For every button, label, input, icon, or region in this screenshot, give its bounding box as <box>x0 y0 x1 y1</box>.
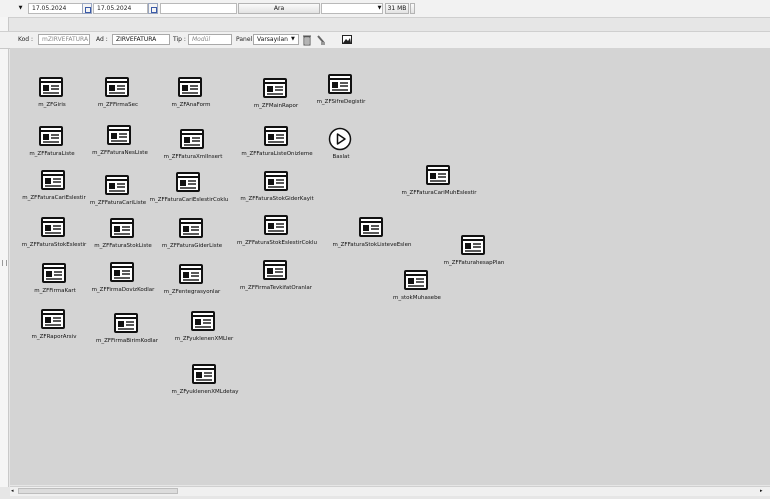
form-item-label: m_ZFFaturahesapPlan <box>443 260 505 266</box>
form-item-label: m_ZFFirmaTevkifatOranlar <box>239 285 313 291</box>
form-item-label: m_ZFFaturaStokListeveEslen <box>332 242 412 248</box>
form-item[interactable]: m_ZFRaporArsiv <box>32 309 76 340</box>
form-item[interactable]: m_ZFMainRapor <box>254 78 298 109</box>
form-window-icon[interactable] <box>176 172 200 192</box>
ad-field[interactable]: ZIRVEFATURA <box>112 34 170 45</box>
form-item[interactable]: m_ZFFaturaStokGiderKayit <box>240 171 314 202</box>
form-item-label: m_ZFFaturaCariMuhEslestir <box>401 190 477 196</box>
toolbar-grip[interactable] <box>410 3 415 14</box>
form-item[interactable]: m_ZFyuklenenXMLler <box>175 311 233 342</box>
form-window-icon[interactable] <box>192 364 216 384</box>
form-window-icon[interactable] <box>41 309 65 329</box>
filter-select[interactable] <box>321 3 383 14</box>
tip-label: Tip : <box>173 36 186 43</box>
form-item[interactable]: m_ZFentegrasyonlar <box>164 264 220 295</box>
scroll-left-icon[interactable]: ◂ <box>11 487 14 495</box>
form-window-icon[interactable] <box>39 126 63 146</box>
form-item[interactable]: m_ZFFirmaKart <box>34 263 76 294</box>
form-item-label: m_ZFyuklenenXMLdetay <box>171 389 239 395</box>
form-window-icon[interactable] <box>263 260 287 280</box>
form-item[interactable]: m_stokMuhasebe <box>393 270 441 301</box>
form-window-icon[interactable] <box>41 217 65 237</box>
chevron-down-icon[interactable]: ▼ <box>291 35 295 44</box>
chevron-down-icon[interactable]: ▼ <box>375 3 384 14</box>
search-input[interactable] <box>160 3 237 14</box>
form-item-label: m_stokMuhasebe <box>393 295 441 301</box>
form-window-icon[interactable] <box>180 129 204 149</box>
tip-field[interactable]: Modül <box>188 34 232 45</box>
form-item[interactable]: m_ZFFirmaDovizKodlar <box>92 262 154 293</box>
kod-label: Kod : <box>18 36 34 43</box>
form-item[interactable]: m_ZFFaturaCariMuhEslestir <box>401 165 477 196</box>
form-item[interactable]: m_ZFAnaForm <box>171 77 211 108</box>
form-window-icon[interactable] <box>107 125 131 145</box>
form-window-icon[interactable] <box>264 126 288 146</box>
form-item[interactable]: m_ZFFaturaListe <box>29 126 75 157</box>
image-icon[interactable] <box>342 35 352 44</box>
form-window-icon[interactable] <box>359 217 383 237</box>
form-item[interactable]: m_ZFFaturaCariEslestirCoklu <box>150 172 228 203</box>
form-item-label: m_ZFyuklenenXMLler <box>174 336 234 342</box>
form-window-icon[interactable] <box>42 263 66 283</box>
calendar-icon[interactable] <box>148 3 158 14</box>
form-window-icon[interactable] <box>114 313 138 333</box>
search-button[interactable]: Ara <box>238 3 320 14</box>
memory-indicator: 31 MB <box>385 3 409 14</box>
form-item[interactable]: m_ZFFirmaSec <box>98 77 138 108</box>
form-item[interactable]: m_ZFSifreDegistir <box>317 74 365 105</box>
form-item[interactable]: m_ZFFirmaBirimKodlar <box>96 313 158 344</box>
form-window-icon[interactable] <box>178 77 202 97</box>
date-to-field[interactable]: 17.05.2024 <box>93 3 148 14</box>
form-item[interactable]: m_ZFFaturaListeOnizleme <box>241 126 313 157</box>
form-item[interactable]: m_ZFyuklenenXMLdetay <box>172 364 238 395</box>
kod-field[interactable]: mZIRVEFATURA <box>38 34 90 45</box>
form-window-icon[interactable] <box>264 215 288 235</box>
date-from-field[interactable]: 17.05.2024 <box>28 3 83 14</box>
form-item[interactable]: m_ZFFaturaNesListe <box>92 125 148 156</box>
form-item-label: m_ZFFaturaStokGiderKayit <box>240 196 314 202</box>
form-item[interactable]: m_ZFFaturaGiderListe <box>162 218 222 249</box>
top-toolbar: ▼ 17.05.2024 17.05.2024 Ara ▼ 31 MB <box>0 0 770 18</box>
form-window-icon[interactable] <box>179 218 203 238</box>
form-window-icon[interactable] <box>461 235 485 255</box>
form-item[interactable]: m_ZFFaturaStokEslestirCoklu <box>237 215 317 246</box>
left-panel: ◂ <box>0 17 9 487</box>
scroll-right-icon[interactable]: ▸ <box>760 487 763 495</box>
form-item[interactable]: m_ZFFaturaStokListe <box>94 218 152 249</box>
form-window-icon[interactable] <box>105 175 129 195</box>
form-window-icon[interactable] <box>191 311 215 331</box>
form-window-icon[interactable] <box>105 77 129 97</box>
form-item[interactable]: m_ZFFaturaStokEslestir <box>22 217 86 248</box>
horizontal-scrollbar[interactable]: ◂ ▸ <box>10 486 770 496</box>
form-item[interactable]: m_ZFFirmaTevkifatOranlar <box>240 260 312 291</box>
form-item[interactable]: m_ZFFaturaCariListe <box>90 175 146 206</box>
form-window-icon[interactable] <box>264 171 288 191</box>
form-item[interactable]: m_ZFGiris <box>38 77 66 108</box>
dropdown-arrow-icon[interactable]: ▼ <box>14 3 27 14</box>
form-item-label: Baslat <box>332 154 350 160</box>
form-item-label: m_ZFSifreDegistir <box>316 99 366 105</box>
panel-label: Panel <box>236 36 253 43</box>
form-item[interactable]: m_ZFFaturahesapPlan <box>444 235 504 266</box>
form-item[interactable]: m_ZFFaturaXmlInsert <box>164 129 222 160</box>
splitter-handle[interactable] <box>2 260 7 266</box>
form-window-icon[interactable] <box>426 165 450 185</box>
form-item[interactable]: m_ZFFaturaStokListeveEslen <box>333 217 411 248</box>
play-icon[interactable] <box>328 127 352 151</box>
form-item[interactable]: Baslat <box>328 127 352 160</box>
trash-icon[interactable] <box>302 34 312 46</box>
calendar-icon[interactable] <box>82 3 92 14</box>
form-window-icon[interactable] <box>263 78 287 98</box>
form-window-icon[interactable] <box>41 170 65 190</box>
ad-label: Ad : <box>96 36 108 43</box>
form-item[interactable]: m_ZFFaturaCariEslestir <box>22 170 86 201</box>
eraser-icon[interactable] <box>316 34 326 46</box>
form-window-icon[interactable] <box>110 218 134 238</box>
form-window-icon[interactable] <box>328 74 352 94</box>
form-window-icon[interactable] <box>110 262 134 282</box>
form-window-icon[interactable] <box>404 270 428 290</box>
scroll-thumb[interactable] <box>18 488 178 494</box>
form-window-icon[interactable] <box>39 77 63 97</box>
form-window-icon[interactable] <box>179 264 203 284</box>
